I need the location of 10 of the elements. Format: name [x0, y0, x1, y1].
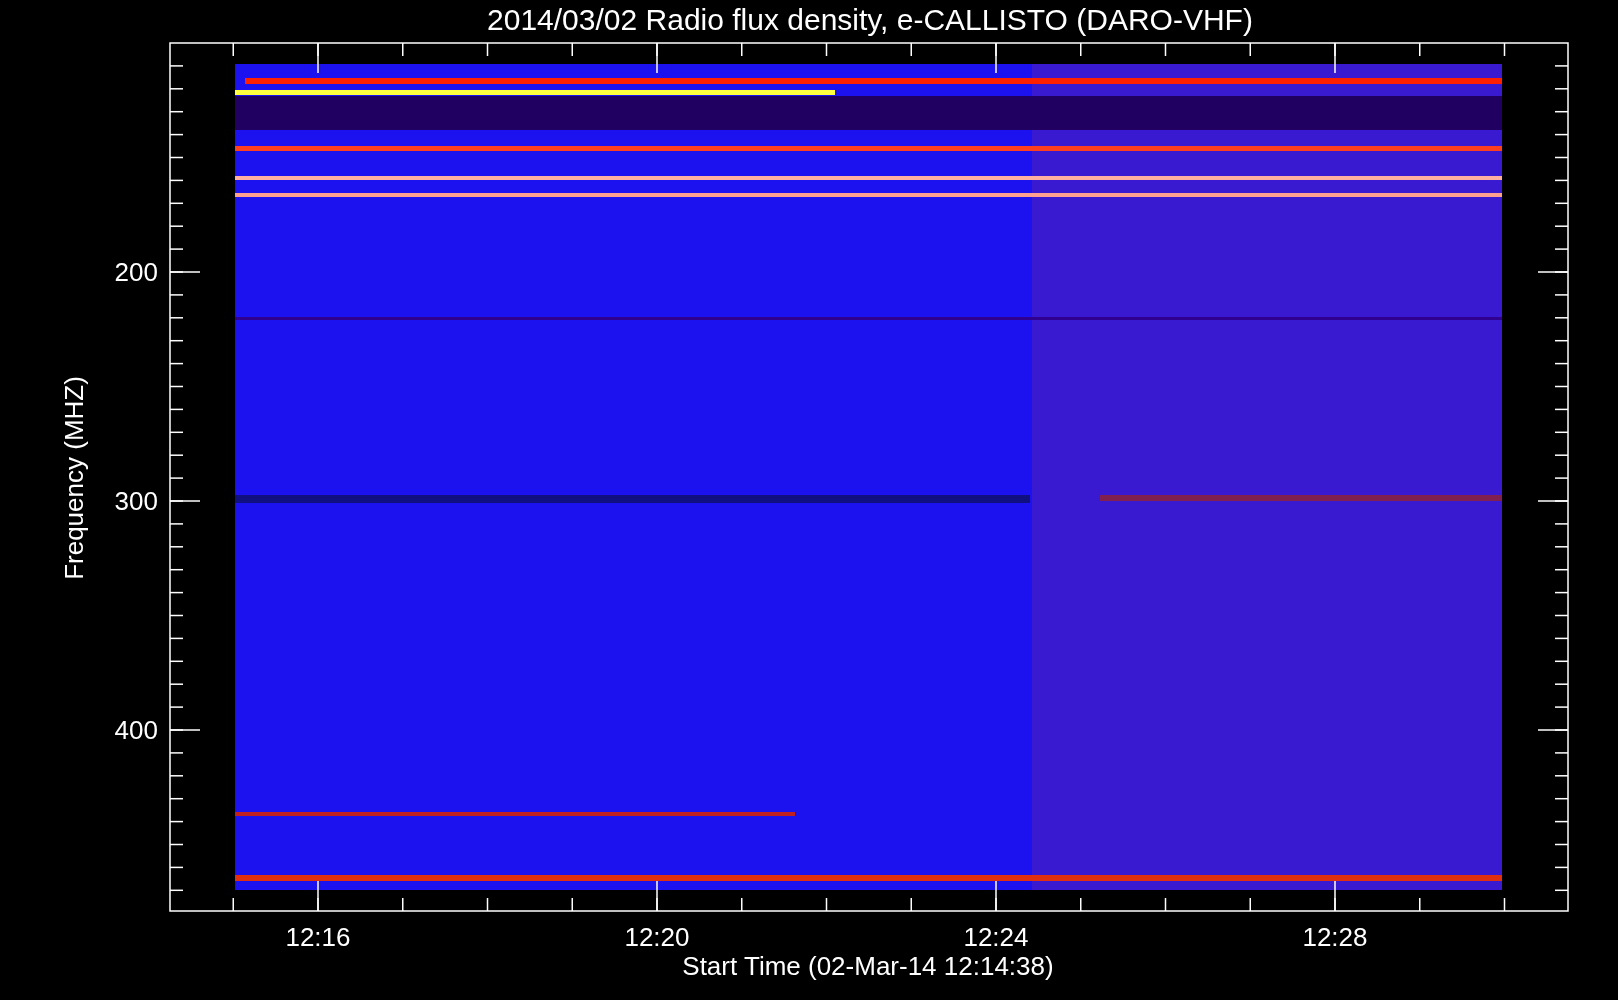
- tick-label: 12:28: [1302, 922, 1368, 952]
- tick-label: 400: [114, 715, 158, 745]
- axis-label: Frequency (MHZ): [59, 376, 89, 580]
- chart-title: 2014/03/02 Radio flux density, e-CALLISTO (DARO-VHF): [487, 3, 1253, 36]
- axis-label: Start Time (02-Mar-14 12:14:38): [682, 951, 1054, 981]
- tick-label: 12:20: [624, 922, 690, 952]
- tick-label: 200: [114, 257, 158, 287]
- tick-label: 12:16: [285, 922, 351, 952]
- tick-label: 300: [114, 486, 158, 516]
- tick-label: 12:24: [963, 922, 1029, 952]
